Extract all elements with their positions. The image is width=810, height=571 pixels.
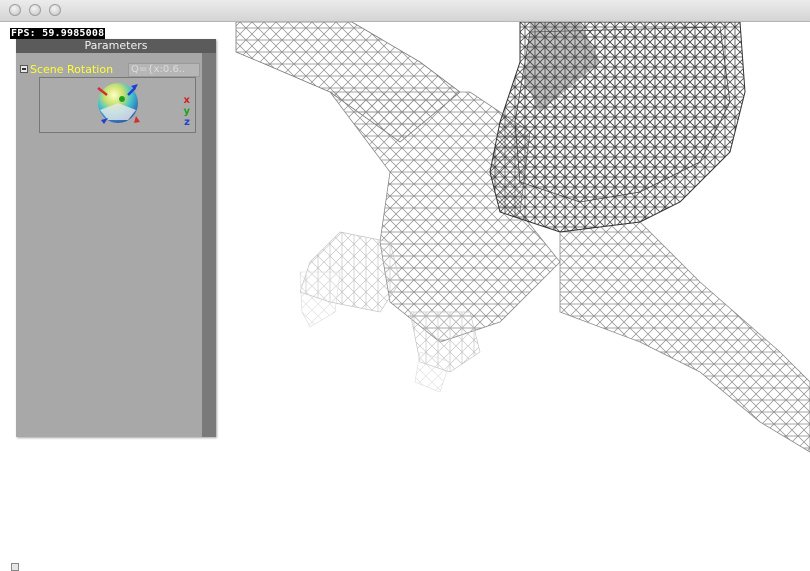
parameters-panel[interactable]: Parameters Scene Rotation Q={x:0.6.. x y… [16,39,216,437]
axis-y-label: y [183,106,190,117]
minimize-icon[interactable] [29,4,41,16]
close-icon[interactable] [9,4,21,16]
rotation-gizmo-icon[interactable] [40,78,195,132]
scene-rotation-value[interactable]: Q={x:0.6.. [128,63,200,77]
collapse-icon[interactable] [20,65,28,73]
status-icon [11,563,19,571]
scene-rotation-row[interactable]: Scene Rotation Q={x:0.6.. [20,63,200,77]
axis-x-label: x [183,95,190,106]
fps-counter: FPS: 59.9985008 [10,28,106,39]
window-titlebar[interactable] [0,0,810,22]
axis-z-label: z [184,117,190,128]
panel-title[interactable]: Parameters [16,39,216,53]
zoom-icon[interactable] [49,4,61,16]
rotation-gizmo-box[interactable]: x y z [39,77,196,133]
panel-scrollbar[interactable] [202,53,216,437]
scene-rotation-label: Scene Rotation [30,63,114,76]
